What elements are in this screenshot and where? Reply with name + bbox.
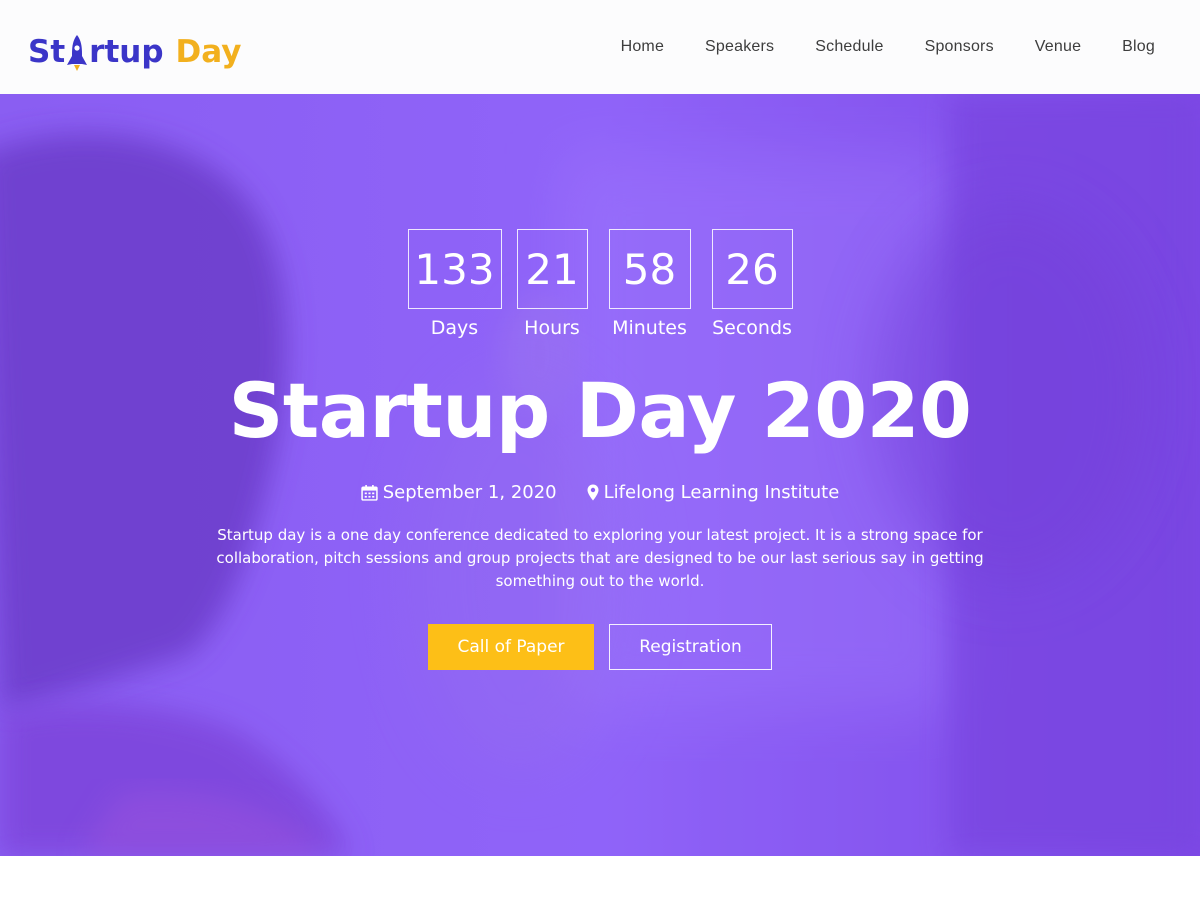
countdown-minutes-value: 58 [608,229,691,309]
registration-button[interactable]: Registration [609,624,772,670]
countdown-minutes: 58 Minutes [608,229,691,339]
event-location: Lifelong Learning Institute [587,482,840,503]
countdown-seconds-label: Seconds [712,317,792,339]
countdown-days-value: 133 [407,229,502,309]
main-nav: Home Speakers Schedule Sponsors Venue Bl… [580,0,1155,94]
countdown-days: 133 Days [407,229,502,339]
nav-sponsors[interactable]: Sponsors [925,38,994,56]
event-date: September 1, 2020 [361,482,557,503]
nav-speakers[interactable]: Speakers [705,38,774,56]
map-marker-icon [587,484,599,501]
nav-venue[interactable]: Venue [1035,38,1081,56]
hero-description: Startup day is a one day conference dedi… [216,526,984,590]
logo-word-day: Day [175,34,242,70]
call-of-paper-button[interactable]: Call of Paper [428,624,594,670]
hero-section: 133 Days 21 Hours 58 Minutes 26 Seconds … [0,94,1200,856]
countdown-seconds: 26 Seconds [711,229,793,339]
brand-logo[interactable]: St rtup Day [28,26,242,71]
calendar-icon [361,485,378,501]
logo-text-start: St [28,34,66,70]
hero-buttons: Call of Paper Registration [0,624,1200,670]
countdown-timer: 133 Days 21 Hours 58 Minutes 26 Seconds [0,229,1200,339]
countdown-minutes-label: Minutes [612,317,687,339]
logo-word-startup: St rtup [28,32,164,71]
countdown-hours-value: 21 [516,229,588,309]
event-date-text: September 1, 2020 [382,482,557,503]
event-meta: September 1, 2020 Lifelong Learning Inst… [0,482,1200,503]
hero-title: Startup Day 2020 [228,366,972,455]
rocket-icon [67,35,88,71]
countdown-seconds-value: 26 [711,229,793,309]
event-location-text: Lifelong Learning Institute [603,482,840,503]
countdown-hours: 21 Hours [516,229,588,339]
countdown-hours-label: Hours [524,317,580,339]
hero-content: 133 Days 21 Hours 58 Minutes 26 Seconds … [0,94,1200,856]
nav-blog[interactable]: Blog [1122,38,1155,56]
nav-schedule[interactable]: Schedule [815,38,883,56]
countdown-days-label: Days [430,317,479,339]
nav-home[interactable]: Home [621,38,664,56]
logo-text-end: rtup [89,34,164,70]
navbar: St rtup Day Home Speakers Schedule Spons… [0,0,1200,94]
